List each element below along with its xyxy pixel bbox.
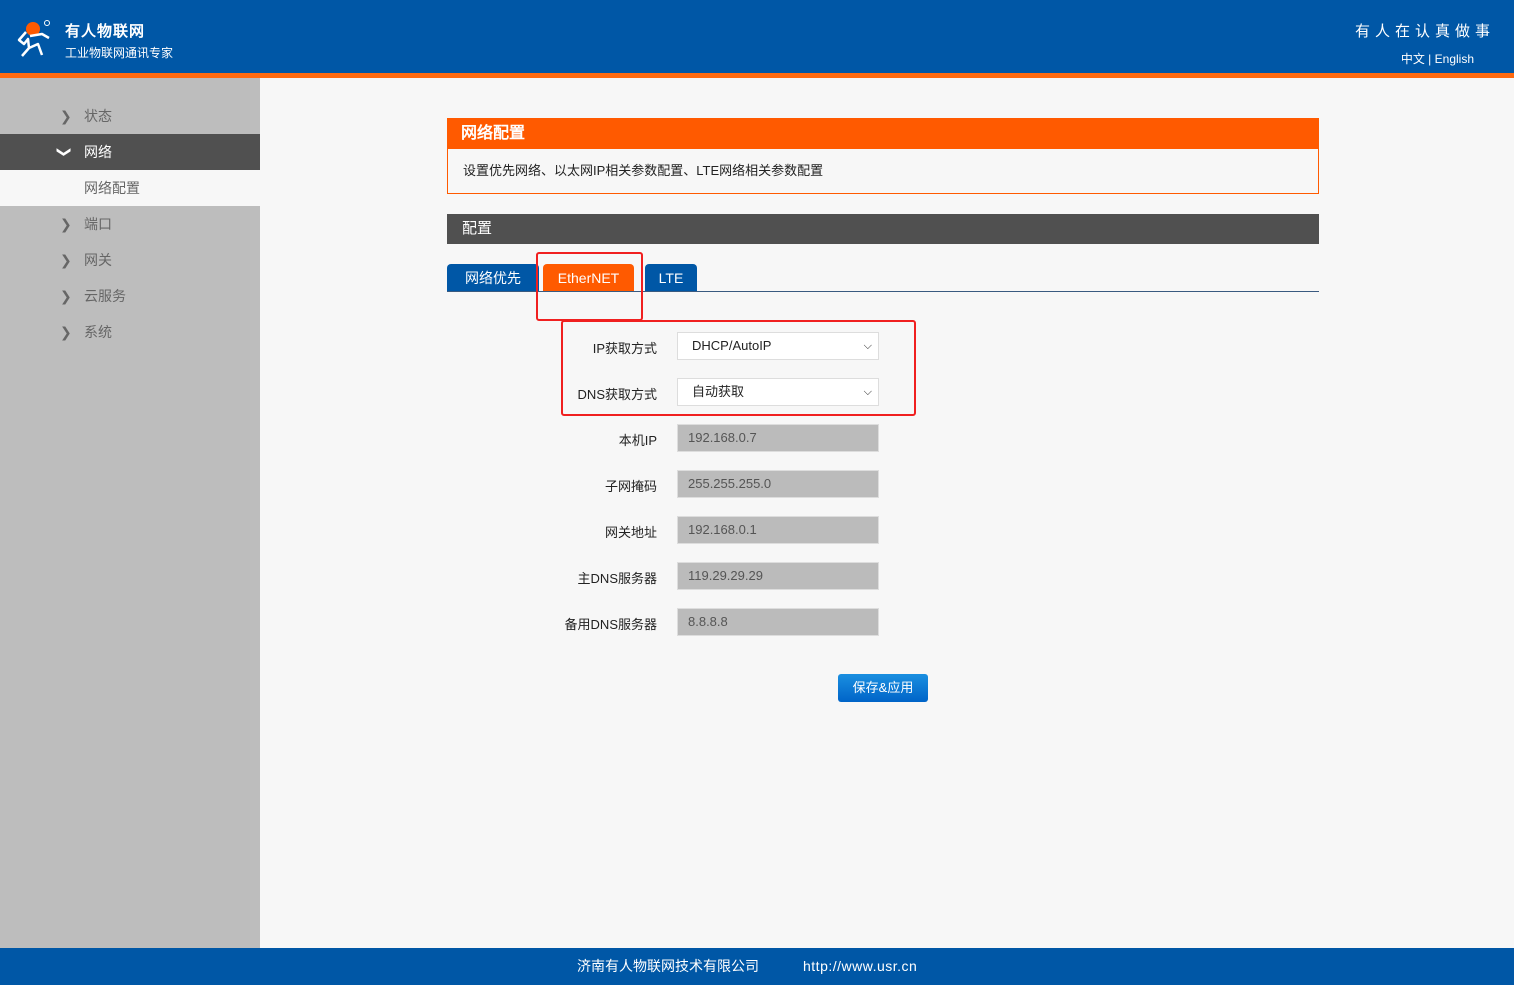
chevron-down-icon: ❯ — [56, 146, 73, 158]
footer-url-link[interactable]: http://www.usr.cn — [803, 948, 917, 985]
local-ip-field[interactable]: 192.168.0.7 — [677, 424, 879, 452]
chevron-right-icon: ❯ — [60, 324, 72, 340]
sidebar-item-system[interactable]: ❯ 系统 — [0, 314, 260, 350]
lang-en-link[interactable]: English — [1435, 52, 1474, 66]
gateway-label: 网关地址 — [604, 525, 657, 540]
sidebar-item-label: 云服务 — [84, 288, 126, 304]
dns-mode-value: 自动获取 — [692, 384, 745, 399]
dns-mode-select[interactable]: 自动获取 ⌵ — [677, 378, 879, 406]
language-switch: 中文 | English — [1401, 50, 1474, 67]
footer: 济南有人物联网技术有限公司 http://www.usr.cn — [0, 948, 1514, 985]
tab-lte[interactable]: LTE — [645, 264, 697, 291]
usr-logo-icon — [17, 20, 50, 57]
local-ip-label: 本机IP — [618, 433, 657, 448]
chevron-right-icon: ❯ — [60, 252, 72, 268]
chevron-right-icon: ❯ — [60, 108, 72, 124]
sidebar-item-network[interactable]: ❯ 网络 — [0, 134, 260, 170]
chevron-right-icon: ❯ — [60, 216, 72, 232]
brand-tagline: 工业物联网通讯专家 — [65, 46, 174, 60]
highlight-box-tab — [536, 252, 643, 321]
footer-company: 济南有人物联网技术有限公司 — [577, 958, 759, 974]
lang-separator: | — [1428, 52, 1432, 66]
chevron-down-icon: ⌵ — [863, 386, 872, 398]
ip-mode-value: DHCP/AutoIP — [692, 338, 772, 353]
sidebar-item-label: 网关 — [84, 252, 112, 268]
sidebar-item-label: 网络配置 — [84, 180, 140, 196]
sidebar-item-label: 系统 — [84, 324, 112, 340]
sidebar-item-label: 网络 — [84, 144, 112, 160]
secondary-dns-field[interactable]: 8.8.8.8 — [677, 608, 879, 636]
sidebar-item-label: 端口 — [84, 216, 112, 232]
chevron-right-icon: ❯ — [60, 288, 72, 304]
sidebar: ❯ 状态 ❯ 网络 网络配置 ❯ 端口 ❯ 网关 ❯ 云服务 ❯ 系统 — [0, 78, 260, 948]
sidebar-item-port[interactable]: ❯ 端口 — [0, 206, 260, 242]
primary-dns-label: 主DNS服务器 — [577, 571, 657, 586]
subnet-field[interactable]: 255.255.255.0 — [677, 470, 879, 498]
gateway-field[interactable]: 192.168.0.1 — [677, 516, 879, 544]
config-section-title: 配置 — [447, 214, 1319, 244]
page-title: 网络配置 — [447, 118, 1319, 149]
chevron-down-icon: ⌵ — [863, 340, 872, 352]
page-description: 设置优先网络、以太网IP相关参数配置、LTE网络相关参数配置 — [447, 149, 1319, 194]
sidebar-subitem-network-config[interactable]: 网络配置 — [0, 170, 260, 206]
ip-mode-select[interactable]: DHCP/AutoIP ⌵ — [677, 332, 879, 360]
subnet-label: 子网掩码 — [604, 479, 657, 494]
header: 有人物联网 工业物联网通讯专家 有人在认真做事 中文 | English — [0, 0, 1514, 73]
save-apply-button[interactable]: 保存&应用 — [838, 674, 928, 702]
secondary-dns-label: 备用DNS服务器 — [564, 617, 657, 632]
primary-dns-field[interactable]: 119.29.29.29 — [677, 562, 879, 590]
tab-network-priority[interactable]: 网络优先 — [447, 264, 539, 291]
ip-mode-label: IP获取方式 — [592, 341, 657, 356]
lang-zh-link[interactable]: 中文 — [1401, 52, 1425, 66]
dns-mode-label: DNS获取方式 — [577, 387, 657, 402]
sidebar-item-gateway[interactable]: ❯ 网关 — [0, 242, 260, 278]
brand-name: 有人物联网 — [65, 23, 146, 40]
sidebar-item-status[interactable]: ❯ 状态 — [0, 98, 260, 134]
sidebar-item-cloud[interactable]: ❯ 云服务 — [0, 278, 260, 314]
slogan: 有人在认真做事 — [1354, 23, 1495, 40]
sidebar-item-label: 状态 — [84, 108, 112, 124]
